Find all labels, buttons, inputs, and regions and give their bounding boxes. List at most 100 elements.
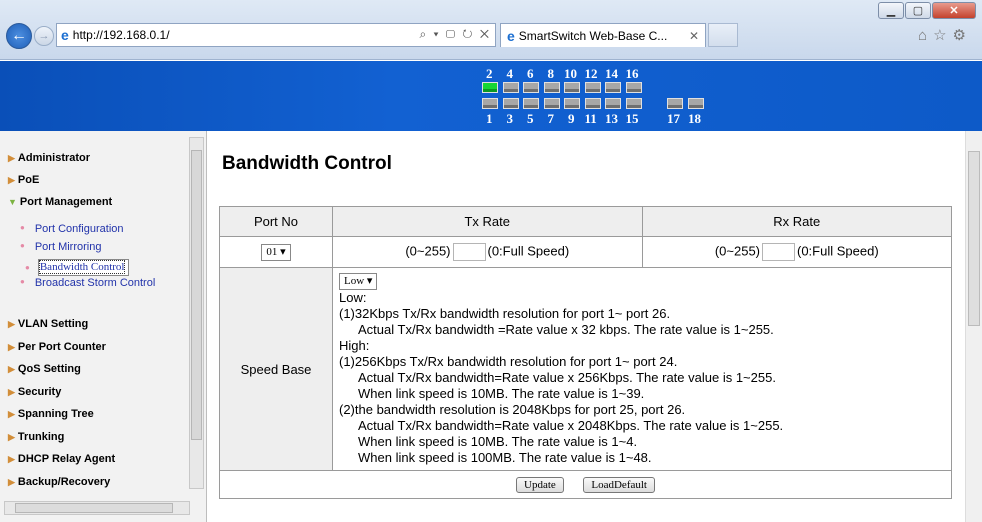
browser-chrome: ▁ ▢ ✕ ← → e http://192.168.0.1/ ⌕ ▾ ▢ ↻ … [0,0,982,60]
port-number-label: 2 [486,66,493,81]
load-default-button[interactable]: LoadDefault [583,477,655,493]
bandwidth-table: Port No Tx Rate Rx Rate 01 ▾ (0~255) (0:F… [219,206,952,499]
sidebar-subitem-broadcast-storm-control[interactable]: ● Broadcast Storm Control [20,277,158,289]
port-5-icon[interactable] [523,98,539,109]
sidebar-item-security[interactable]: ▶ Security [8,386,61,398]
arrow-icon: ▶ [8,152,15,163]
sidebar-subitem-port-mirroring[interactable]: ● Port Mirroring [20,241,101,253]
port-15-icon[interactable] [625,98,642,109]
desc-line: When link speed is 10MB. The rate value … [358,386,645,401]
port-1-icon[interactable] [482,98,498,109]
rx-rate-input[interactable] [762,243,795,261]
sidebar-item-vlan-setting[interactable]: ▶ VLAN Setting [8,318,88,330]
bullet-icon: ● [25,263,30,272]
sidebar-item-qos-setting[interactable]: ▶ QoS Setting [8,363,81,375]
port-18-icon[interactable] [688,98,704,109]
scroll-thumb[interactable] [968,151,980,326]
bullet-icon: ● [20,277,25,286]
desc-line: Actual Tx/Rx bandwidth =Rate value x 32 … [358,322,774,337]
rx-cell: (0~255) (0:Full Speed) [641,236,952,268]
sidebar-subitem-port-configuration[interactable]: ● Port Configuration [20,223,124,235]
desc-line: (2)the bandwidth resolution is 2048Kbps … [339,402,686,417]
port-number-label: 3 [506,111,514,126]
port-11-icon[interactable] [584,98,601,109]
address-bar[interactable]: e http://192.168.0.1/ ⌕ ▾ ▢ ↻ ✕ [56,23,496,47]
new-tab-button[interactable] [708,23,738,47]
minimize-icon[interactable]: ▁ [878,2,904,19]
scroll-thumb[interactable] [15,503,173,513]
sidebar-subitem-label: Broadcast Storm Control [34,277,156,289]
main-vertical-scrollbar[interactable] [965,131,982,522]
port-select[interactable]: 01 ▾ [261,244,291,261]
port-number-label: 14 [605,66,618,81]
close-tab-icon[interactable]: ✕ [689,29,699,43]
maximize-icon[interactable]: ▢ [905,2,931,19]
port-14-icon[interactable] [605,82,621,93]
port-number-label: 4 [506,66,514,81]
browser-tab[interactable]: e SmartSwitch Web-Base C... ✕ [500,23,706,47]
port-number-label: 1 [486,111,493,126]
scroll-thumb[interactable] [191,150,202,440]
arrow-icon: ▶ [8,431,15,442]
port-number-label: 6 [527,66,534,81]
port-7-icon[interactable] [543,98,560,109]
sidebar-item-poe[interactable]: ▶ PoE [8,174,39,186]
sidebar-item-label: Administrator [17,152,91,164]
port-number-label: 9 [568,111,575,126]
sidebar-subitem-bandwidth-control[interactable]: ● Bandwidth Control [25,259,130,276]
port-3-icon[interactable] [502,98,519,109]
button-cell: Update LoadDefault [219,470,952,499]
sidebar-item-trunking[interactable]: ▶ Trunking [8,431,64,443]
url-text: http://192.168.0.1/ [72,28,170,42]
sidebar-item-label: Port Management [19,196,113,208]
port-10-icon[interactable] [564,82,580,93]
port-number-label: 7 [547,111,555,126]
sidebar-item-label: Spanning Tree [17,408,94,420]
sidebar-item-dhcp-relay-agent[interactable]: ▶ DHCP Relay Agent [8,453,115,465]
desc-line: Low: [339,290,367,305]
arrow-icon: ▶ [8,386,15,397]
home-icon[interactable]: ⌂ [918,27,933,44]
sidebar-horizontal-scrollbar[interactable] [4,501,190,515]
speed-base-select[interactable]: Low ▾ [339,273,378,290]
tab-title: SmartSwitch Web-Base C... [518,28,668,43]
sidebar-item-spanning-tree[interactable]: ▶ Spanning Tree [8,408,94,420]
tab-ie-icon: e [507,27,515,44]
port-select-value: 01 [266,246,278,258]
back-arrow-icon[interactable]: ← [6,23,32,49]
port-2-icon[interactable] [482,82,498,93]
settings-gear-icon[interactable]: ⚙ [953,27,972,44]
port-13-icon[interactable] [605,98,621,109]
sidebar-subitem-label: Port Configuration [34,223,124,235]
sidebar-item-port-management[interactable]: ▼ Port Management [8,196,112,208]
sidebar-item-backup-recovery[interactable]: ▶ Backup/Recovery [8,476,110,488]
port-9-icon[interactable] [564,98,580,109]
forward-arrow-icon[interactable]: → [34,26,54,46]
port-number-label: 5 [527,111,534,126]
update-button[interactable]: Update [516,477,564,493]
arrow-icon: ▶ [8,341,15,352]
port-16-icon[interactable] [625,82,642,93]
rx-range-label: (0~255) [714,243,760,259]
port-17-icon[interactable] [667,98,683,109]
port-12-icon[interactable] [584,82,601,93]
speed-base-label: Speed Base [219,267,333,471]
sidebar-item-per-port-counter[interactable]: ▶ Per Port Counter [8,341,106,353]
address-tools[interactable]: ⌕ ▾ ▢ ↻ ✕ [420,27,492,42]
port-8-icon[interactable] [543,82,560,93]
port-4-icon[interactable] [502,82,519,93]
tx-rate-input[interactable] [452,243,486,261]
port-number-label: 17 [667,111,680,126]
nav-row: ← → e http://192.168.0.1/ ⌕ ▾ ▢ ↻ ✕ e Sm… [6,22,976,50]
port-number-label: 10 [564,66,577,81]
sidebar-item-administrator[interactable]: ▶ Administrator [8,152,90,164]
close-window-icon[interactable]: ✕ [932,2,976,19]
port-6-icon[interactable] [523,82,539,93]
tx-full-speed-label: (0:Full Speed) [487,243,570,259]
tx-range-label: (0~255) [405,243,451,259]
port-number-label: 8 [547,66,555,81]
favorites-star-icon[interactable]: ☆ [933,27,952,44]
desc-line: High: [339,338,370,353]
sidebar-vertical-scrollbar[interactable] [189,137,204,489]
button-row: Update LoadDefault [219,470,952,499]
